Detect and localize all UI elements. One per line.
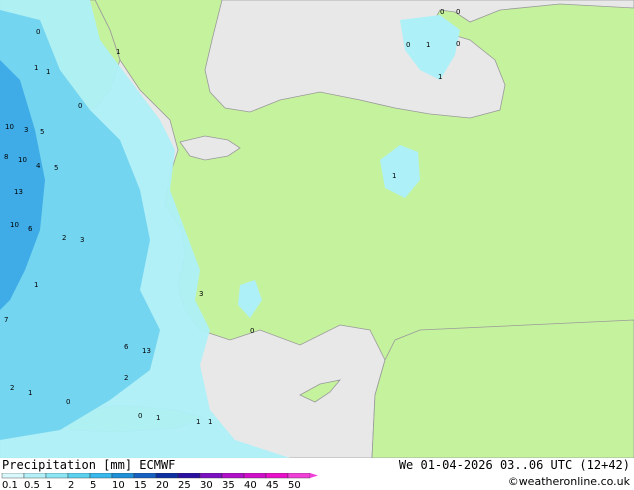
legend-swatch — [287, 473, 311, 479]
precip-value: 2 — [62, 234, 66, 242]
legend-tick-label: 50 — [288, 480, 301, 490]
precip-value: 3 — [80, 236, 84, 244]
model-name: ECMWF — [139, 458, 176, 472]
legend-tick-label: 15 — [134, 480, 147, 490]
precip-value: 0 — [66, 398, 70, 406]
legend-swatch — [155, 473, 179, 479]
precip-value: 10 — [5, 123, 14, 131]
levant-land — [371, 319, 634, 458]
precip-value: 6 — [28, 225, 33, 233]
legend-tick-label: 5 — [90, 480, 96, 490]
precip-value: 1 — [156, 414, 160, 422]
precip-value: 2 — [124, 374, 128, 382]
precip-value: 1 — [208, 418, 212, 426]
legend-swatch — [265, 473, 289, 479]
legend-swatch — [177, 473, 201, 479]
legend-swatch — [243, 473, 267, 479]
precip-value: 2 — [10, 384, 14, 392]
legend-tick-label: 35 — [222, 480, 235, 490]
precip-value: 0 — [36, 28, 40, 36]
precip-value: 8 — [4, 153, 8, 161]
precip-value: 0 — [456, 40, 460, 48]
color-legend: 0.1 0.5 1 2 5 10 15 20 25 30 35 40 45 50 — [1, 473, 318, 490]
legend-swatch — [89, 473, 113, 479]
precip-value: 1 — [116, 48, 120, 56]
legend-swatch — [23, 473, 47, 479]
map-footer: Precipitation [mm] ECMWF We 01-04-2026 0… — [0, 458, 634, 490]
legend-swatch — [221, 473, 245, 479]
precip-value: 1 — [34, 64, 38, 72]
map-title: Precipitation [mm] ECMWF — [2, 458, 175, 472]
precip-value: 0 — [250, 327, 254, 335]
legend-tick-label: 0.5 — [24, 480, 40, 490]
valid-time: We 01-04-2026 03..06 UTC (12+42) — [398, 458, 630, 472]
precip-value: 10 — [10, 221, 19, 229]
precip-value: 6 — [124, 343, 129, 351]
legend-tick-label: 45 — [266, 480, 279, 490]
precip-value: 13 — [14, 188, 23, 196]
precip-value: 1 — [438, 73, 442, 81]
precip-value: 1 — [28, 389, 32, 397]
precip-value: 1 — [46, 68, 50, 76]
precipitation-map: 0 0 0 1 0 1 1 1 0 1 0 10 3 5 10 4 5 13 8… — [0, 0, 634, 458]
precip-value: 10 — [18, 156, 27, 164]
legend-tick-label: 20 — [156, 480, 169, 490]
legend-swatch — [67, 473, 91, 479]
legend-tick-label: 10 — [112, 480, 125, 490]
legend-tick-label: 40 — [244, 480, 257, 490]
precip-value: 0 — [406, 41, 410, 49]
legend-tick-label: 1 — [46, 480, 52, 490]
precip-value: 0 — [138, 412, 142, 420]
precip-value: 5 — [54, 164, 58, 172]
precip-value: 0 — [440, 8, 444, 16]
precip-value: 1 — [196, 418, 200, 426]
legend-swatch — [45, 473, 69, 479]
weather-map-page: 0 0 0 1 0 1 1 1 0 1 0 10 3 5 10 4 5 13 8… — [0, 0, 634, 490]
legend-tick-label: 0.1 — [2, 480, 18, 490]
precip-value: 1 — [426, 41, 430, 49]
legend-swatch — [111, 473, 135, 479]
title-text: Precipitation [mm] — [2, 458, 133, 472]
precip-value: 7 — [4, 316, 8, 324]
credit-text: ©weatheronline.co.uk — [507, 475, 630, 488]
precip-value: 5 — [40, 128, 44, 136]
precip-value: 13 — [142, 347, 151, 355]
precip-value: 0 — [78, 102, 82, 110]
legend-tick-label: 25 — [178, 480, 191, 490]
legend-tick-label: 2 — [68, 480, 74, 490]
precip-value: 1 — [392, 172, 396, 180]
precip-value: 0 — [456, 8, 460, 16]
legend-tick-label: 30 — [200, 480, 213, 490]
precip-value: 3 — [199, 290, 203, 298]
precip-value: 4 — [36, 162, 41, 170]
legend-swatch — [1, 473, 25, 479]
legend-swatch — [133, 473, 157, 479]
legend-arrow — [310, 473, 318, 478]
precip-value: 1 — [34, 281, 38, 289]
legend-swatch — [199, 473, 223, 479]
precip-value: 3 — [24, 126, 28, 134]
